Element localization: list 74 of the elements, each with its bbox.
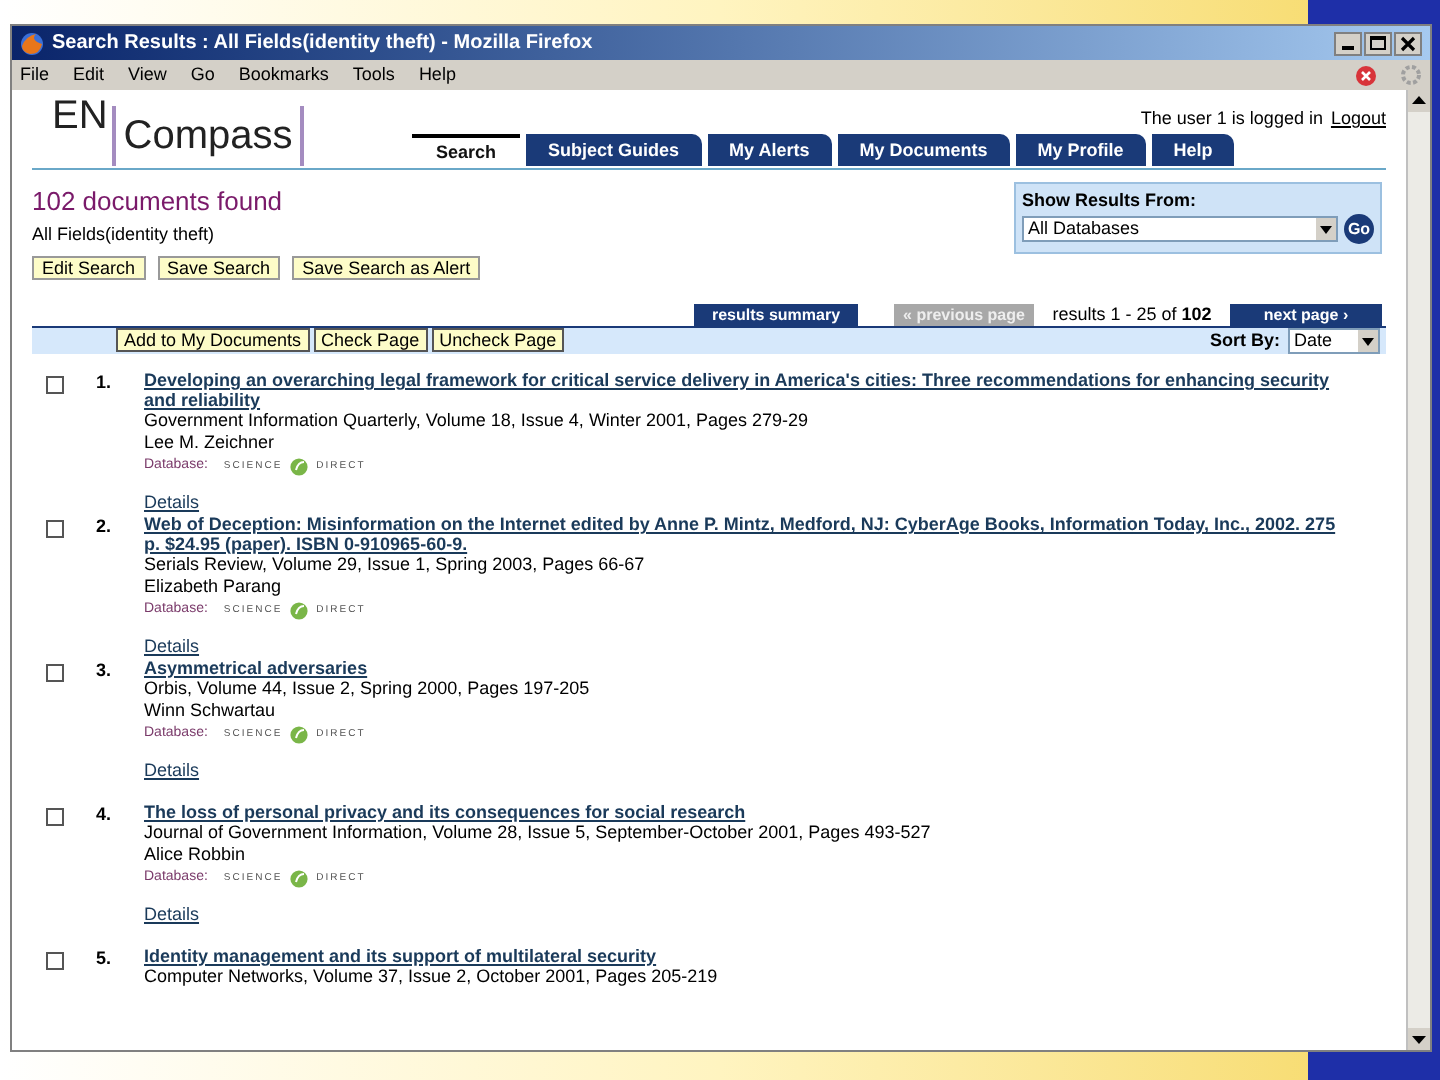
menu-item[interactable]: File xyxy=(20,61,50,89)
close-button[interactable] xyxy=(1394,31,1422,55)
result-author: Alice Robbin xyxy=(144,844,248,866)
result-number: 4. xyxy=(96,802,114,828)
search-action-button[interactable]: Save Search as Alert xyxy=(292,255,481,279)
browser-logo-icon xyxy=(20,31,44,55)
toolbar-button[interactable]: Check Page xyxy=(313,328,428,353)
source-label: Show Results From: xyxy=(1022,187,1199,213)
toolbar-button[interactable]: Uncheck Page xyxy=(431,328,565,353)
menu-item[interactable]: Bookmarks xyxy=(238,61,329,89)
scroll-down-icon[interactable] xyxy=(1408,1028,1430,1050)
details-link[interactable]: Details xyxy=(144,901,200,928)
minimize-button[interactable] xyxy=(1334,31,1362,55)
sort-dropdown[interactable]: Date xyxy=(1288,327,1380,354)
maximize-button[interactable] xyxy=(1364,31,1392,55)
nav-tab[interactable]: My Documents xyxy=(837,133,1010,165)
menu-item[interactable]: Edit xyxy=(73,61,105,89)
result-author: Lee M. Zeichner xyxy=(144,432,277,454)
result-source: Serials Review, Volume 29, Issue 1, Spring 2003, Pages 66-67 xyxy=(144,554,647,576)
window-title: Search Results : All Fields(identity theft) - Mozilla Firefox xyxy=(52,30,595,58)
result-title-link[interactable]: Asymmetrical adversaries xyxy=(144,658,1356,678)
menu-item[interactable]: Help xyxy=(418,61,456,89)
results-range: results 1 - 25 of 102 xyxy=(1050,303,1214,325)
result-source: Orbis, Volume 44, Issue 2, Spring 2000, Pages 197-205 xyxy=(144,678,592,700)
result-author: Winn Schwartau xyxy=(144,700,278,722)
result-number: 5. xyxy=(96,946,114,972)
nav-tab[interactable]: My Profile xyxy=(1015,133,1146,165)
logout-link[interactable]: Logout xyxy=(1330,106,1386,133)
logo-text: Compass xyxy=(111,106,305,167)
nav-tab[interactable]: My Alerts xyxy=(707,133,832,165)
next-page-link[interactable]: next page › xyxy=(1230,303,1382,325)
login-status: The user 1 is logged in xyxy=(1140,106,1323,132)
result-checkbox[interactable] xyxy=(46,376,64,394)
search-query: All Fields(identity theft) xyxy=(32,222,217,248)
result-checkbox[interactable] xyxy=(46,952,64,970)
leaf-logo-icon xyxy=(290,725,309,744)
toolbar-button[interactable]: Add to My Documents xyxy=(116,328,310,353)
database-dropdown[interactable]: All Databases xyxy=(1022,216,1338,242)
search-action-button[interactable]: Save Search xyxy=(157,255,281,279)
throbber-icon xyxy=(1400,64,1422,86)
nav-tab[interactable]: Subject Guides xyxy=(526,133,702,165)
details-link[interactable]: Details xyxy=(144,489,200,516)
nav-tab[interactable]: Help xyxy=(1151,133,1235,165)
result-source: Journal of Government Information, Volume 28, Issue 5, September-October 2001, Pages 493-527 xyxy=(144,822,933,844)
results-summary-tab[interactable]: results summary xyxy=(694,303,858,325)
logo-text: EN xyxy=(52,92,108,143)
scroll-up-icon[interactable] xyxy=(1408,90,1430,112)
result-author: Elizabeth Parang xyxy=(144,576,284,598)
menu-item[interactable]: Go xyxy=(190,61,215,89)
leaf-logo-icon xyxy=(290,457,309,476)
result-source: Government Information Quarterly, Volume 18, Issue 4, Winter 2001, Pages 279-29 xyxy=(144,410,811,432)
result-checkbox[interactable] xyxy=(46,520,64,538)
result-title-link[interactable]: Developing an overarching legal framework for critical service delivery in America's cities: Three recommendations for enhancing security and reliability xyxy=(144,370,1356,410)
result-number: 2. xyxy=(96,514,114,540)
menu-item[interactable]: Tools xyxy=(352,61,395,89)
details-link[interactable]: Details xyxy=(144,633,200,660)
menu-item[interactable]: View xyxy=(128,61,167,89)
search-action-button[interactable]: Edit Search xyxy=(32,255,146,279)
result-title-link[interactable]: Identity management and its support of multilateral security xyxy=(144,946,1356,966)
scrollbar[interactable] xyxy=(1406,90,1430,1050)
result-title-link[interactable]: The loss of personal privacy and its consequences for social research xyxy=(144,802,1356,822)
result-checkbox[interactable] xyxy=(46,664,64,682)
go-button[interactable]: Go xyxy=(1344,214,1374,244)
result-number: 3. xyxy=(96,658,114,684)
sort-label: Sort By: xyxy=(1209,327,1280,354)
leaf-logo-icon xyxy=(290,869,309,888)
leaf-logo-icon xyxy=(290,601,309,620)
result-checkbox[interactable] xyxy=(46,808,64,826)
result-number: 1. xyxy=(96,370,114,396)
result-source: Computer Networks, Volume 37, Issue 2, October 2001, Pages 205-219 xyxy=(144,966,720,988)
stop-icon[interactable] xyxy=(1356,65,1376,85)
details-link[interactable]: Details xyxy=(144,757,200,784)
result-title-link[interactable]: Web of Deception: Misinformation on the Internet edited by Anne P. Mintz, Medford, NJ: CyberAge Books, Information Today, Inc., 2002. 275 p. $24.95 (paper). ISBN 0-910965-60-9. xyxy=(144,514,1356,554)
results-heading: 102 documents found xyxy=(32,183,285,219)
